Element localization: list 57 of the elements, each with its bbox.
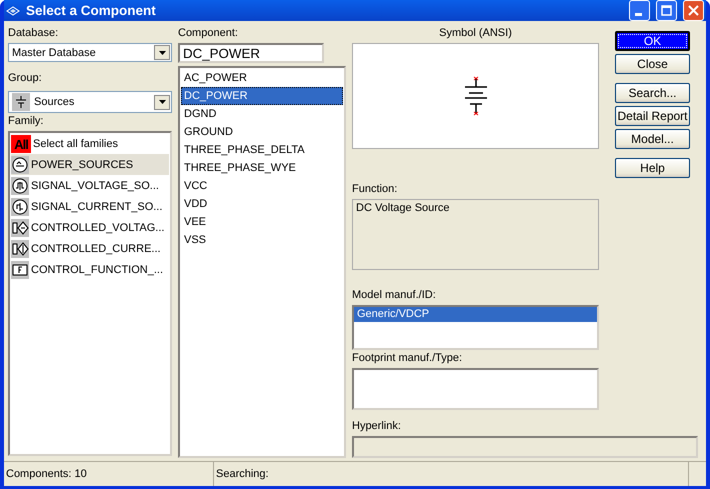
- maximize-icon: [661, 5, 672, 16]
- dialog-button[interactable]: Help: [615, 158, 690, 178]
- dialog-button[interactable]: OK: [615, 31, 690, 51]
- component-item[interactable]: THREE_PHASE_DELTA: [181, 141, 343, 159]
- family-icon: [11, 218, 29, 236]
- family-item[interactable]: SIGNAL_CURRENT_SO...: [11, 196, 169, 217]
- group-label: Group:: [8, 72, 42, 85]
- family-icon: [11, 176, 29, 194]
- component-item[interactable]: AC_POWER: [181, 69, 343, 87]
- model-label: Model manuf./ID:: [352, 289, 436, 302]
- hyperlink-label: Hyperlink:: [352, 420, 401, 433]
- family-icon: [11, 198, 29, 216]
- database-label: Database:: [8, 27, 58, 40]
- family-icon: [11, 260, 29, 278]
- family-label: Family:: [8, 115, 44, 128]
- family-icon: [11, 240, 29, 258]
- hyperlink-field[interactable]: [352, 436, 698, 458]
- family-item[interactable]: CONTROL_FUNCTION_...: [11, 259, 169, 280]
- database-dropdown[interactable]: Master Database: [8, 43, 172, 62]
- model-item[interactable]: Generic/VDCP: [354, 307, 597, 322]
- component-item[interactable]: DGND: [181, 105, 343, 123]
- component-item[interactable]: VCC: [181, 177, 343, 195]
- family-item[interactable]: POWER_SOURCES: [11, 154, 169, 175]
- component-item[interactable]: VDD: [181, 195, 343, 213]
- family-icon: [11, 156, 29, 174]
- dropdown-arrow-icon: [158, 50, 166, 54]
- window-title: Select a Component: [26, 3, 157, 18]
- footprint-label: Footprint manuf./Type:: [352, 352, 462, 365]
- component-field[interactable]: DC_POWER: [178, 43, 324, 63]
- component-item[interactable]: THREE_PHASE_WYE: [181, 159, 343, 177]
- status-text: Searching:: [214, 462, 689, 486]
- function-text: DC Voltage Source: [356, 202, 450, 214]
- app-icon: [6, 6, 20, 16]
- component-item[interactable]: VEE: [181, 213, 343, 231]
- function-label: Function:: [352, 183, 398, 196]
- dialog-button[interactable]: Detail Report: [615, 106, 690, 126]
- dialog-button[interactable]: Model...: [615, 129, 690, 149]
- family-item[interactable]: SIGNAL_VOLTAGE_SO...: [11, 175, 169, 196]
- component-item[interactable]: VSS: [181, 231, 343, 249]
- status-text: Components: 10: [4, 462, 214, 486]
- all-badge: All: [11, 135, 31, 153]
- family-item[interactable]: CONTROLLED_CURRE...: [11, 238, 169, 259]
- component-item[interactable]: DC_POWER: [181, 87, 343, 105]
- component-item[interactable]: GROUND: [181, 123, 343, 141]
- dropdown-arrow-icon: [158, 100, 166, 104]
- minimize-icon: [634, 13, 642, 16]
- family-item[interactable]: All Select all families: [11, 134, 169, 154]
- component-label: Component:: [178, 27, 238, 40]
- dialog-button[interactable]: Close: [615, 54, 690, 74]
- symbol-label: Symbol (ANSI): [439, 27, 512, 40]
- minimize-button[interactable]: [629, 0, 650, 21]
- maximize-button[interactable]: [656, 0, 677, 21]
- close-button[interactable]: [683, 0, 704, 21]
- family-item[interactable]: CONTROLLED_VOLTAG...: [11, 217, 169, 238]
- close-icon: [688, 5, 699, 16]
- dialog-button[interactable]: Search...: [615, 83, 690, 103]
- group-dropdown[interactable]: Sources: [8, 91, 172, 113]
